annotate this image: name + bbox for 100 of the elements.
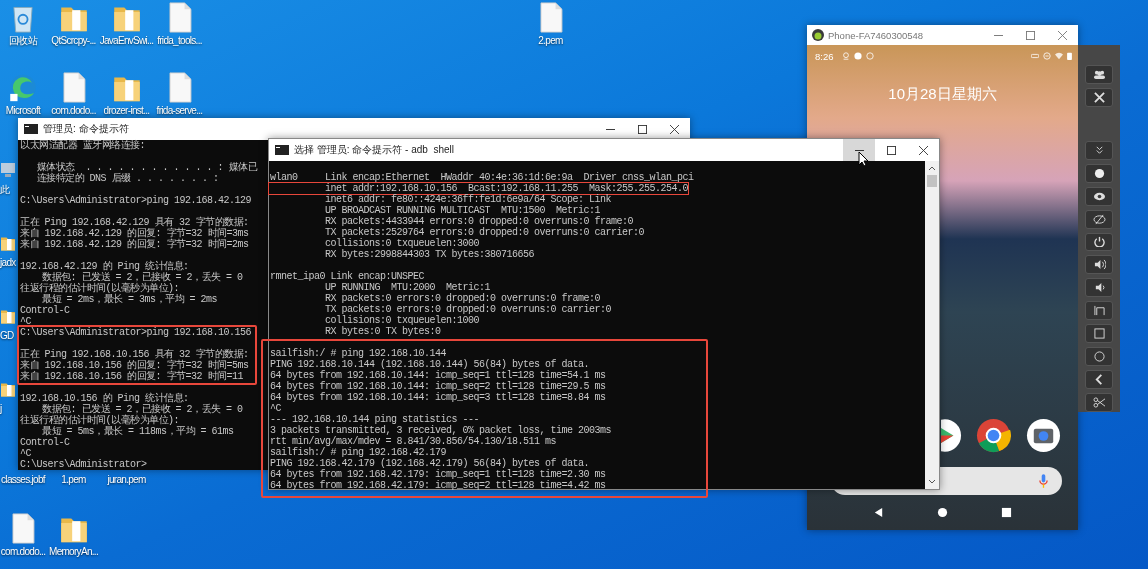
- eye-icon: [1092, 190, 1106, 202]
- console-line: collisions:0 txqueuelen:1000: [324, 315, 480, 326]
- console-line: 来自 192.168.42.129 的回复: 字节=32 时间=3ms: [20, 228, 249, 239]
- console-line: 来自 192.168.42.129 的回复: 字节=32 时间=2ms: [20, 239, 249, 250]
- home-icon[interactable]: [937, 507, 948, 518]
- scrollbar-thumb[interactable]: [927, 175, 937, 187]
- console-line: ^C: [270, 403, 281, 414]
- desktop-icon-label: 回收站: [9, 35, 37, 46]
- console-line: ^C: [20, 316, 31, 327]
- toolbar-button[interactable]: [1085, 255, 1113, 275]
- console-line: rtt min/avg/max/mdev = 8.841/30.856/54.130/18.511 ms: [270, 436, 557, 447]
- console-line: Control-C: [20, 437, 70, 448]
- console-line: 连接特定的 DNS 后缀 . . . . . . . :: [35, 173, 219, 184]
- desktop-icon-label: Microsoft: [5, 105, 41, 116]
- console-line: 以太网适配器 蓝牙网络连接:: [20, 140, 145, 151]
- minimize-icon: [605, 128, 615, 130]
- maximize-icon: [1025, 30, 1035, 40]
- toolbar-button[interactable]: [1085, 65, 1113, 84]
- desktop-icon-label: JavaEnvSwi...: [99, 35, 154, 46]
- power-icon: [1092, 236, 1106, 248]
- mouse-cursor-icon: [858, 151, 868, 167]
- lock-screen-date: 10月28日星期六: [887, 85, 998, 104]
- console-line: 数据包: 已发送 = 2，已接收 = 2，丢失 = 0: [41, 272, 243, 283]
- console-icon: [24, 124, 38, 134]
- console-line: 64 bytes from 192.168.10.144: icmp_seq=1 ttl=128 time=54.1 ms: [270, 370, 606, 381]
- globe-icon: [853, 52, 862, 60]
- toolbar-button[interactable]: [1085, 232, 1113, 252]
- minimize-button[interactable]: [843, 139, 875, 161]
- console-line: 3 packets transmitted, 3 received, 0% packet loss, time 2003ms: [270, 425, 612, 436]
- window-title: 管理员: 命令提示符: [43, 122, 129, 136]
- console-line: inet6 addr: fe80::424e:36ff:fe1d:6e9a/64 Scope: Link: [324, 194, 612, 205]
- toolbar-button[interactable]: [1085, 87, 1113, 107]
- desktop-icon-label: drozer-inst...: [103, 105, 150, 116]
- console-line: TX packets:2529764 errors:0 dropped:0 overruns:0 carrier:0: [324, 227, 645, 238]
- console-line: 数据包: 已发送 = 2，已接收 = 2，丢失 = 0: [41, 404, 243, 415]
- console-line: RX packets:0 errors:0 dropped:0 overruns:0 frame:0: [324, 293, 601, 304]
- toolbar-button[interactable]: [1085, 301, 1113, 321]
- console-line: 往返行程的估计时间(以毫秒为单位):: [20, 415, 179, 426]
- console-line: 192.168.42.129 的 Ping 统计信息:: [20, 261, 189, 272]
- desktop-icon-label: GD: [0, 330, 14, 341]
- toolbar-button[interactable]: [1085, 163, 1113, 183]
- console-line: 192.168.10.156 的 Ping 统计信息:: [20, 393, 189, 404]
- back-icon[interactable]: [873, 507, 885, 518]
- close-icon: [669, 124, 679, 134]
- toolbar-button[interactable]: [1085, 278, 1113, 298]
- maximize-icon: [886, 145, 896, 155]
- console-line: 64 bytes from 192.168.42.179: icmp_seq=1 ttl=128 time=2.30 ms: [270, 469, 606, 480]
- toolbar-button[interactable]: [1085, 186, 1113, 206]
- console-icon: [275, 145, 289, 155]
- scissors-icon: [1092, 396, 1106, 408]
- console-line: 64 bytes from 192.168.10.144: icmp_seq=2 ttl=128 time=29.5 ms: [270, 381, 606, 392]
- camera-icon[interactable]: [1026, 418, 1061, 453]
- desktop-icon-label: 2.pem: [538, 35, 563, 46]
- scrollbar[interactable]: [925, 161, 939, 489]
- console-line: --- 192.168.10.144 ping statistics ---: [270, 414, 480, 425]
- window-title: Phone-FA7460300548: [828, 29, 924, 41]
- window-title: 选择 管理员: 命令提示符 - adb shell: [294, 143, 455, 157]
- desktop-icon-label: MemoryAn...: [49, 546, 98, 557]
- console-line: PING 192.168.42.179 (192.168.42.179) 56(84) bytes of data.: [270, 458, 590, 469]
- chrome-icon[interactable]: [976, 418, 1011, 453]
- eye-off-icon: [1092, 213, 1106, 225]
- console-line: wlan0 Link encap:Ethernet HWaddr 40:4e:36:1d:6e:9a Driver cnss_wlan_pci: [270, 172, 694, 183]
- battery-icon: [1067, 52, 1072, 60]
- console-line: ^C: [20, 448, 31, 459]
- console-line: C:\Users\Administrator>ping 192.168.10.156: [20, 327, 252, 338]
- console-line: collisions:0 txqueuelen:3000: [324, 238, 480, 249]
- square-icon: [1092, 328, 1106, 340]
- desktop-icon-label: com.dodo...: [51, 105, 96, 116]
- desktop-icon-label: QtScrcpy-...: [51, 35, 96, 46]
- scroll-down-icon[interactable]: [928, 479, 936, 485]
- toolbar-button[interactable]: [1085, 370, 1113, 389]
- console-line: inet addr:192.168.10.156 Bcast:192.168.11.255 Mask:255.255.254.0: [324, 183, 689, 194]
- console-line: 正在 Ping 192.168.10.156 具有 32 字节的数据:: [20, 349, 249, 360]
- console-line: sailfish:/ # ping 192.168.10.144: [270, 348, 447, 359]
- minimize-icon: [993, 34, 1003, 36]
- computer-icon[interactable]: [0, 160, 16, 180]
- console-line: PING 192.168.10.144 (192.168.10.144) 56(84) bytes of data.: [270, 359, 590, 370]
- desktop-icon-label: frida_tools...: [157, 35, 202, 46]
- console-line: 最短 = 2ms，最长 = 3ms，平均 = 2ms: [41, 294, 218, 305]
- recents-icon[interactable]: [1000, 507, 1012, 518]
- console-line: UP RUNNING MTU:2000 Metric:1: [324, 282, 491, 293]
- microphone-icon[interactable]: [1039, 473, 1048, 489]
- desktop-icon-label: 1.pem: [61, 474, 86, 485]
- console-line: 媒体状态 . . . . . . . . . . . . : 媒体已: [35, 162, 258, 173]
- desktop-icon-label: classes.jobf: [1, 474, 45, 485]
- toolbar-button[interactable]: [1085, 393, 1113, 412]
- toolbar-button[interactable]: [1085, 347, 1113, 367]
- scroll-up-icon[interactable]: [928, 165, 936, 171]
- console-line: 64 bytes from 192.168.10.144: icmp_seq=3 ttl=128 time=8.84 ms: [270, 392, 606, 403]
- toolbar-button[interactable]: [1085, 209, 1113, 229]
- location-icon: [841, 52, 850, 60]
- desktop-icon-label: juran.pem: [107, 474, 146, 485]
- console-line: 来自 192.168.10.156 的回复: 字节=32 时间=5ms: [20, 360, 249, 371]
- desktop-icon-label: j: [0, 403, 2, 414]
- console-line: 往返行程的估计时间(以毫秒为单位):: [20, 283, 179, 294]
- status-time: 8:26: [815, 50, 834, 62]
- console-line: RX bytes:2998844303 TX bytes:380716656: [324, 249, 535, 260]
- sync-icon: [865, 52, 874, 60]
- browser-icon[interactable]: [8, 72, 38, 103]
- console-line: Control-C: [20, 305, 70, 316]
